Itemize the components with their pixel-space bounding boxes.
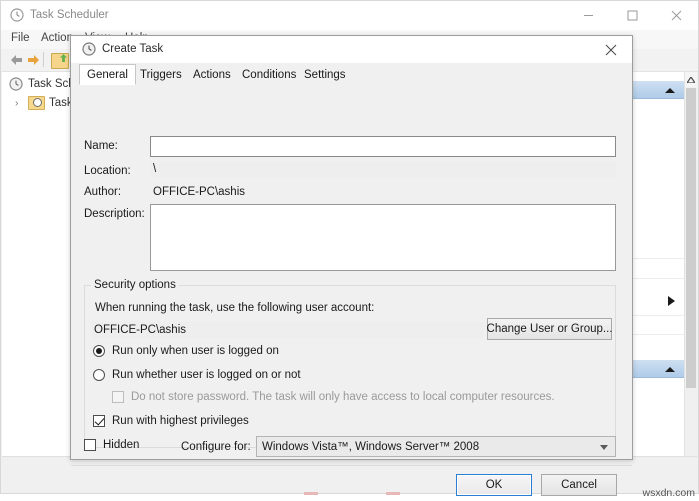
- clock-icon: [82, 42, 96, 56]
- tab-triggers[interactable]: Triggers: [133, 65, 189, 84]
- create-task-dialog: Create Task General Triggers Actions Con…: [70, 35, 633, 460]
- description-textarea[interactable]: [150, 204, 616, 271]
- submenu-arrow-icon[interactable]: [668, 296, 675, 306]
- actions-pane-header[interactable]: [627, 80, 684, 99]
- menu-file[interactable]: File: [11, 32, 30, 44]
- maximize-button[interactable]: [610, 1, 654, 30]
- checkbox-indicator[interactable]: [84, 439, 96, 451]
- tab-conditions[interactable]: Conditions: [235, 65, 303, 84]
- task-folder-icon: [28, 96, 45, 110]
- scroll-up-arrow-icon[interactable]: [685, 72, 697, 87]
- dialog-title-bar: Create Task: [71, 36, 632, 63]
- actions-pane-divider: [627, 258, 684, 259]
- tab-settings[interactable]: Settings: [297, 65, 353, 84]
- forward-arrow-icon[interactable]: [26, 53, 41, 67]
- dialog-body: Name: Location: \ Author: OFFICE-PC\ashi…: [71, 84, 632, 459]
- checkbox-run-with-highest-privileges[interactable]: Run with highest privileges: [93, 415, 249, 427]
- clock-icon: [9, 77, 23, 91]
- screen: Task Scheduler File Action View Help: [0, 0, 699, 501]
- footer-separator: [71, 465, 632, 466]
- description-label: Description:: [84, 208, 145, 220]
- checkbox-indicator[interactable]: [112, 391, 124, 403]
- radio-run-whether-logged-on-or-not[interactable]: Run whether user is logged on or not: [93, 369, 301, 381]
- checkbox-label: Run with highest privileges: [112, 415, 249, 427]
- name-input[interactable]: [150, 136, 616, 157]
- location-label: Location:: [84, 165, 131, 177]
- configure-for-value: Windows Vista™, Windows Server™ 2008: [262, 441, 479, 453]
- checkbox-do-not-store-password[interactable]: Do not store password. The task will onl…: [112, 391, 555, 403]
- clock-icon: [10, 8, 24, 22]
- collapse-triangle-icon[interactable]: [665, 367, 675, 372]
- cancel-button[interactable]: Cancel: [541, 474, 617, 496]
- tab-actions[interactable]: Actions: [186, 65, 238, 84]
- checkbox-hidden[interactable]: Hidden: [84, 439, 139, 451]
- minimize-button[interactable]: [566, 1, 610, 30]
- watermark: wsxdn.com: [642, 487, 695, 499]
- actions-pane-divider: [627, 315, 684, 316]
- scrollbar-thumb[interactable]: [686, 88, 696, 388]
- radio-run-only-when-logged-on[interactable]: Run only when user is logged on: [93, 345, 279, 357]
- location-value: \: [150, 162, 616, 177]
- back-arrow-icon[interactable]: [9, 53, 24, 67]
- actions-pane: [627, 72, 697, 457]
- main-window-title: Task Scheduler: [30, 9, 109, 21]
- checkbox-indicator[interactable]: [93, 415, 105, 427]
- checkbox-label: Do not store password. The task will onl…: [131, 391, 555, 403]
- dialog-tab-strip: General Triggers Actions Conditions Sett…: [71, 63, 632, 85]
- toolbar-separator: [43, 52, 44, 67]
- folder-icon[interactable]: [51, 53, 69, 69]
- actions-pane-header-2[interactable]: [627, 359, 684, 378]
- author-value: OFFICE-PC\ashis: [153, 186, 245, 198]
- main-title-bar: Task Scheduler: [1, 1, 698, 31]
- dialog-title-group: Create Task: [82, 42, 163, 56]
- account-prompt-label: When running the task, use the following…: [95, 302, 374, 314]
- actions-pane-scrollbar[interactable]: [684, 72, 697, 457]
- configure-for-dropdown[interactable]: Windows Vista™, Windows Server™ 2008: [256, 436, 616, 457]
- radio-indicator[interactable]: [93, 345, 105, 357]
- chevron-right-icon[interactable]: ›: [15, 98, 24, 109]
- tab-general[interactable]: General: [79, 64, 136, 85]
- radio-label: Run whether user is logged on or not: [112, 369, 301, 381]
- menu-action[interactable]: Action: [41, 32, 73, 44]
- close-button[interactable]: [654, 1, 698, 30]
- collapse-triangle-icon[interactable]: [665, 88, 675, 93]
- chevron-down-icon[interactable]: [600, 445, 608, 450]
- radio-label: Run only when user is logged on: [112, 345, 279, 357]
- dialog-title: Create Task: [102, 43, 163, 55]
- actions-pane-divider: [627, 278, 684, 279]
- security-options-title: Security options: [91, 279, 179, 291]
- author-label: Author:: [84, 186, 121, 198]
- name-label: Name:: [84, 140, 118, 152]
- change-user-or-group-button[interactable]: Change User or Group...: [487, 318, 612, 340]
- configure-for-label: Configure for:: [181, 441, 251, 453]
- window-controls: [566, 1, 698, 30]
- actions-pane-divider: [627, 334, 684, 335]
- ok-button[interactable]: OK: [456, 474, 532, 496]
- user-account-value: OFFICE-PC\ashis: [91, 322, 484, 339]
- radio-indicator[interactable]: [93, 369, 105, 381]
- dialog-close-button[interactable]: [590, 36, 632, 63]
- main-title-group: Task Scheduler: [10, 8, 109, 22]
- checkbox-label: Hidden: [103, 439, 139, 451]
